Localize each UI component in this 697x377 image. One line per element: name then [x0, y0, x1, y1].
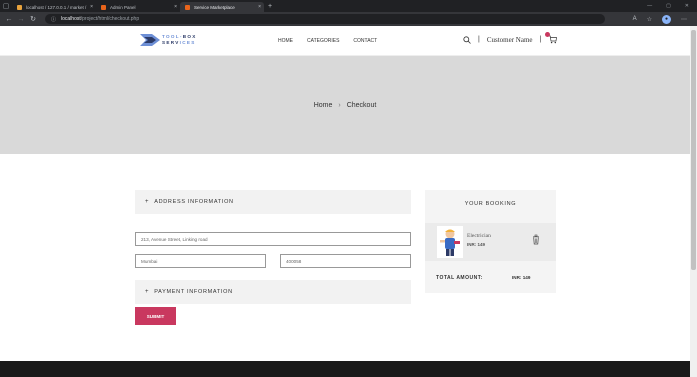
chevron-right-icon: › [338, 101, 341, 109]
window-controls: — ▢ ✕ [647, 3, 697, 9]
favorites-icon[interactable]: ☆ [647, 16, 652, 23]
city-input[interactable]: Mumbai [135, 254, 266, 268]
reload-icon[interactable]: ↻ [27, 15, 39, 23]
nav-categories[interactable]: CATEGORIES [307, 38, 339, 44]
admin-favicon-icon [101, 4, 106, 10]
divider: | [478, 36, 480, 43]
cart-button[interactable] [545, 32, 558, 44]
trash-icon[interactable] [532, 234, 540, 245]
browser-tab-admin-panel[interactable]: Admin Panel × [96, 2, 180, 12]
search-icon[interactable] [463, 35, 471, 44]
read-aloud-icon[interactable]: A [633, 16, 637, 22]
profile-avatar-icon[interactable]: ● [662, 14, 671, 24]
submit-button[interactable]: SUBMIT [135, 307, 176, 325]
main-nav: HOME CATEGORIES CONTACT [278, 38, 377, 44]
plus-icon: + [145, 199, 150, 205]
breadcrumb-home[interactable]: Home [314, 102, 333, 109]
logo-arrow-icon [140, 34, 160, 46]
close-window-icon[interactable]: ✕ [685, 3, 689, 9]
close-tab-icon[interactable]: × [174, 4, 177, 10]
back-arrow-icon[interactable]: ← [3, 16, 15, 23]
close-tab-icon[interactable]: × [90, 4, 93, 10]
electrician-image [437, 226, 463, 258]
nav-home[interactable]: HOME [278, 38, 293, 44]
cart-icon [549, 35, 558, 44]
browser-tab-service-marketplace[interactable]: Service Marketplace × [180, 2, 264, 12]
new-tab-icon[interactable]: + [268, 3, 272, 10]
close-tab-icon[interactable]: × [258, 4, 261, 10]
nav-contact[interactable]: CONTACT [353, 38, 377, 44]
divider: | [539, 36, 542, 43]
phpmyadmin-favicon-icon [17, 4, 22, 10]
address-input[interactable]: 213, Avenue Street, Linking road [135, 232, 411, 246]
window-menu-icon[interactable]: ▢ [0, 0, 12, 12]
site-info-icon[interactable]: ⓘ [51, 16, 56, 23]
payment-information-toggle[interactable]: + PAYMENT INFORMATION [135, 280, 411, 304]
page-banner: Home › Checkout [0, 56, 690, 154]
total-amount-value: INR: 149 [512, 275, 531, 280]
site-footer [0, 361, 690, 377]
customer-name-link[interactable]: Customer Name [487, 36, 533, 44]
browser-toolbar: ← → ↻ ⓘ localhost /project/html/checkout… [0, 12, 697, 26]
booking-title: YOUR BOOKING [464, 201, 517, 207]
booking-item-price: INR: 149 [467, 242, 486, 247]
address-information-toggle[interactable]: + ADDRESS INFORMATION [135, 190, 411, 214]
total-amount-label: TOTAL AMOUNT: [436, 275, 483, 281]
scrollbar-thumb[interactable] [691, 30, 696, 270]
address-bar[interactable]: ⓘ localhost /project/html/checkout.php [45, 14, 605, 24]
marketplace-favicon-icon [185, 4, 190, 10]
browser-tab-phpmyadmin[interactable]: localhost / 127.0.0.1 / market / × [12, 2, 96, 12]
forward-arrow-icon[interactable]: → [15, 16, 27, 23]
booking-item: Electrician INR: 149 [425, 223, 556, 261]
more-menu-icon[interactable]: ⋯ [681, 16, 687, 23]
booking-summary: YOUR BOOKING Electrician INR: 149 TOTAL … [425, 190, 556, 293]
site-logo[interactable]: TOOL-BOX SERVICES [140, 34, 197, 46]
maximize-icon[interactable]: ▢ [666, 3, 671, 9]
zip-code-input[interactable]: 400058 [280, 254, 411, 268]
page-scrollbar[interactable] [690, 26, 697, 377]
breadcrumb: Home › Checkout [314, 102, 377, 109]
booking-item-name: Electrician [467, 233, 491, 239]
site-header: TOOL-BOX SERVICES HOME CATEGORIES CONTAC… [0, 26, 690, 56]
breadcrumb-current: Checkout [346, 101, 377, 109]
plus-icon: + [145, 289, 150, 295]
minimize-icon[interactable]: — [647, 3, 652, 9]
browser-tab-bar: ▢ localhost / 127.0.0.1 / market / × Adm… [0, 0, 697, 12]
